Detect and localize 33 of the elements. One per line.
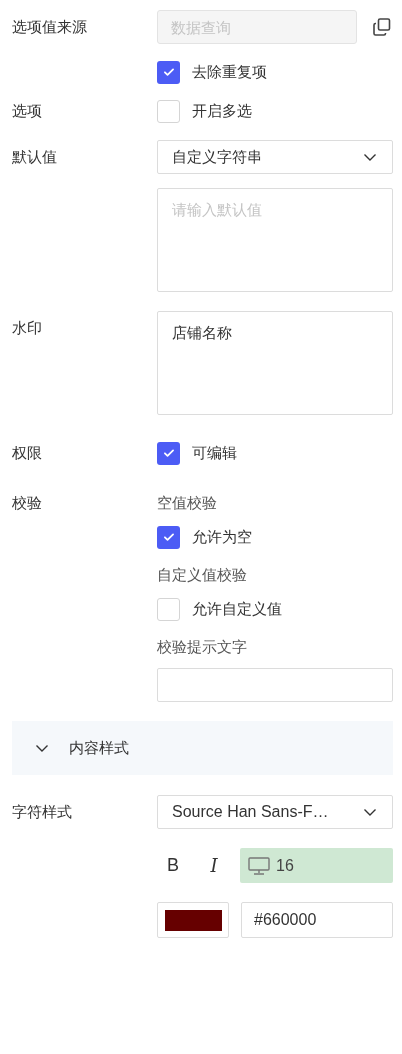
checkbox-option[interactable]: 允许为空: [157, 524, 393, 550]
checkbox-option[interactable]: 允许自定义值: [157, 596, 393, 622]
checkbox-option[interactable]: 可编辑: [157, 440, 393, 466]
watermark-textarea[interactable]: 店铺名称: [157, 311, 393, 415]
group-title: 校验提示文字: [157, 637, 248, 657]
checkbox[interactable]: [157, 525, 180, 549]
default-value-textarea[interactable]: 请输入默认值: [157, 188, 393, 292]
field-label: 校验: [12, 493, 43, 513]
group-title: 自定义值校验: [157, 565, 248, 585]
color-hex-field[interactable]: #660000: [241, 902, 393, 938]
copy-icon[interactable]: [372, 17, 392, 37]
checkbox-option[interactable]: 去除重复项: [157, 59, 393, 85]
dropdown-select[interactable]: 自定义字符串: [157, 140, 393, 174]
checkbox[interactable]: [157, 60, 180, 84]
dropdown-select[interactable]: Source Han Sans-F…: [157, 795, 393, 829]
field-label: 权限: [12, 443, 43, 463]
field-label: 选项值来源: [12, 17, 88, 37]
field-label: 选项: [12, 101, 43, 121]
field-label: 字符样式: [12, 802, 73, 822]
field-label: 默认值: [12, 147, 58, 167]
font-size-field[interactable]: 16: [240, 848, 393, 883]
color-swatch-button[interactable]: [157, 902, 229, 938]
checkbox[interactable]: [157, 441, 180, 465]
hint-text-field[interactable]: [157, 668, 393, 702]
checkbox[interactable]: [157, 99, 180, 123]
field-label: 水印: [12, 318, 43, 338]
checkbox[interactable]: [157, 597, 180, 621]
bold-button[interactable]: B: [160, 850, 186, 881]
section-header[interactable]: 内容样式: [12, 721, 393, 775]
group-title: 空值校验: [157, 493, 218, 513]
checkbox-option[interactable]: 开启多选: [157, 98, 393, 124]
italic-button[interactable]: I: [201, 850, 227, 881]
monitor-icon: [248, 856, 270, 875]
